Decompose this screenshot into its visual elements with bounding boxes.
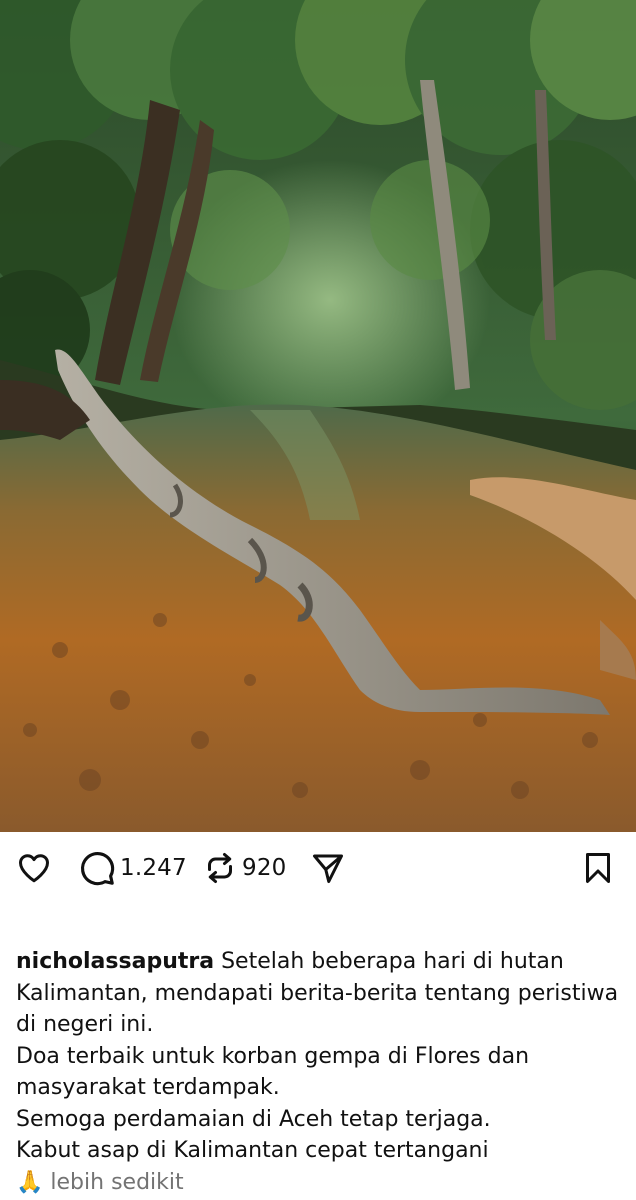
post-action-bar: 1.247 920 <box>0 832 636 904</box>
caption-line: Doa terbaik untuk korban gempa di Flores… <box>16 1043 530 1069</box>
forest-river-photo <box>0 0 636 832</box>
share-button[interactable] <box>310 850 346 886</box>
caption-line: di negeri ini. <box>16 1012 154 1037</box>
praying-hands-icon: 🙏 <box>16 1169 44 1195</box>
repost-button[interactable]: 920 <box>202 850 287 886</box>
send-icon <box>310 850 346 886</box>
caption-username[interactable]: nicholassaputra <box>16 949 214 974</box>
caption-line: 🙏 lebih sedikit <box>16 1167 622 1199</box>
comment-icon <box>78 849 116 887</box>
post-caption: nicholassaputra Setelah beberapa hari di… <box>16 946 622 1198</box>
comment-button[interactable]: 1.247 <box>78 850 187 886</box>
caption-text: Setelah beberapa hari di hutan <box>214 949 564 974</box>
show-less-link[interactable]: lebih sedikit <box>50 1170 183 1195</box>
bookmark-icon <box>580 850 616 886</box>
post-image[interactable] <box>0 0 636 832</box>
repost-icon <box>202 850 238 886</box>
caption-line: Kabut asap di Kalimantan cepat tertangan… <box>16 1138 489 1163</box>
heart-icon <box>16 850 52 886</box>
caption-line: masyarakat terdampak. <box>16 1075 280 1100</box>
comment-count: 1.247 <box>120 855 187 881</box>
save-button[interactable] <box>580 850 616 886</box>
like-button[interactable] <box>16 850 52 886</box>
caption-line: nicholassaputra Setelah beberapa hari di… <box>16 946 622 978</box>
caption-line: Semoga perdamaian di Aceh tetap terjaga. <box>16 1106 491 1132</box>
caption-line: Kalimantan, mendapati berita-berita tent… <box>16 980 619 1006</box>
repost-count: 920 <box>242 855 287 881</box>
